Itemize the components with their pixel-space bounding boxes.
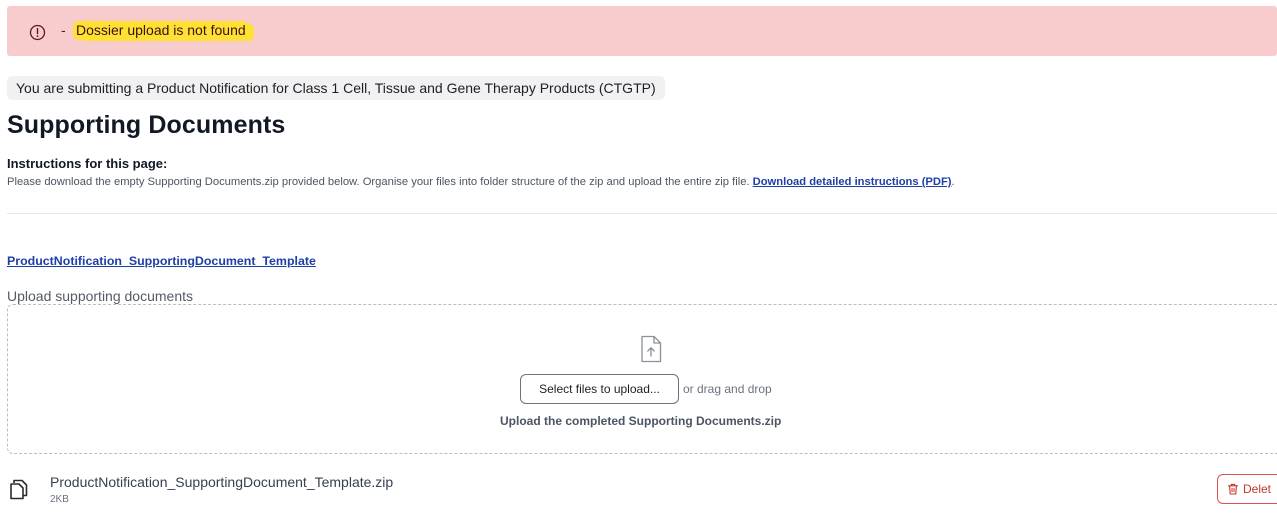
drag-drop-text: or drag and drop — [683, 382, 772, 396]
upload-label: Upload supporting documents — [7, 288, 194, 304]
uploaded-file-name: ProductNotification_SupportingDocument_T… — [50, 474, 394, 490]
error-banner: - Dossier upload is not found — [7, 6, 1277, 56]
delete-file-button[interactable]: Delet — [1217, 474, 1277, 504]
file-upload-icon — [639, 335, 663, 363]
page: - Dossier upload is not found You are su… — [0, 0, 1277, 529]
error-message: Dossier upload is not found — [73, 21, 249, 40]
uploaded-file-size: 2KB — [50, 494, 69, 505]
error-separator: - — [61, 22, 66, 38]
instructions-text: Please download the empty Supporting Doc… — [7, 176, 955, 188]
section-divider — [7, 213, 1277, 214]
select-files-button[interactable]: Select files to upload... — [520, 374, 679, 404]
instructions-trailing: . — [951, 176, 955, 188]
instructions-body: Please download the empty Supporting Doc… — [7, 176, 753, 188]
copy-file-icon — [8, 478, 30, 500]
download-instructions-link[interactable]: Download detailed instructions (PDF) — [753, 176, 952, 188]
upload-hint: Upload the completed Supporting Document… — [500, 414, 782, 428]
page-title: Supporting Documents — [7, 111, 286, 139]
delete-button-label: Delet — [1243, 482, 1272, 496]
exclamation-circle-icon — [29, 24, 46, 41]
submission-context-chip: You are submitting a Product Notificatio… — [7, 76, 665, 100]
instructions-title: Instructions for this page: — [7, 156, 168, 171]
template-download-link[interactable]: ProductNotification_SupportingDocument_T… — [7, 254, 316, 268]
trash-icon — [1227, 483, 1239, 495]
